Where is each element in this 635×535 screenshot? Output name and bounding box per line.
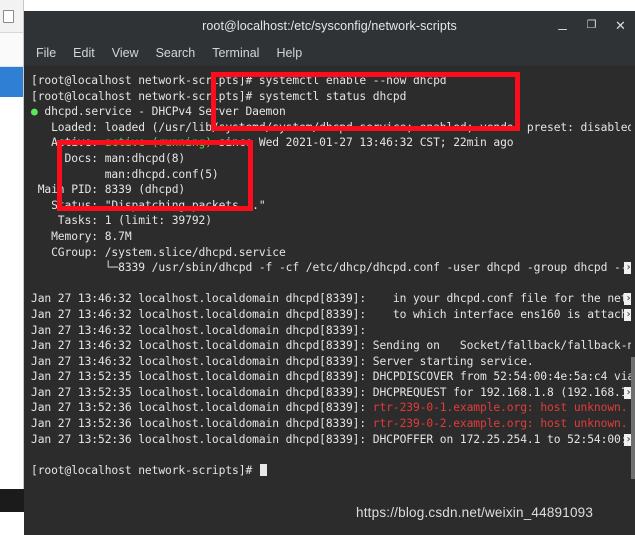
terminal-line: Jan 27 13:52:36 localhost.localdomain dh… — [31, 401, 628, 415]
menu-item-view[interactable]: View — [112, 46, 139, 60]
background-window-body — [0, 97, 23, 511]
background-window-toolbar — [0, 33, 23, 67]
background-window-selected-row[interactable] — [0, 67, 23, 97]
maximize-button[interactable]: ❐ — [585, 20, 598, 31]
window-controls: _ ❐ ✕ — [556, 11, 627, 40]
status-active-text: active (running) — [104, 136, 212, 150]
screenshot-root: root@localhost:/etc/sysconfig/network-sc… — [0, 0, 635, 535]
close-button[interactable]: ✕ — [614, 19, 627, 32]
window-title: root@localhost:/etc/sysconfig/network-sc… — [202, 18, 457, 33]
watermark: https://blog.csdn.net/weixin_44891093 — [356, 505, 594, 520]
minimize-button[interactable]: _ — [556, 15, 569, 30]
terminal-line: Jan 27 13:46:32 localhost.localdomain dh… — [31, 339, 635, 353]
error-text: rtr-239-0-1.example.org: host unknown. — [372, 401, 628, 415]
terminal-line: man:dhcpd.conf(5) — [31, 167, 219, 181]
terminal-line: [root@localhost network-scripts]# system… — [31, 74, 447, 87]
terminal-window: root@localhost:/etc/sysconfig/network-sc… — [24, 11, 635, 535]
terminal-line: └─8339 /usr/sbin/dhcpd -f -cf /etc/dhcp/… — [31, 261, 635, 275]
terminal-line: Jan 27 13:52:35 localhost.localdomain dh… — [31, 385, 635, 399]
terminal-line: Status: "Dispatching packets..." — [31, 198, 266, 212]
terminal-line: Tasks: 1 (limit: 39792) — [31, 214, 212, 228]
terminal-line: [root@localhost network-scripts]# — [31, 463, 635, 479]
menu-item-search[interactable]: Search — [156, 46, 196, 60]
vertical-scrollbar[interactable] — [631, 67, 635, 535]
terminal-line: Main PID: 8339 (dhcpd) — [31, 183, 186, 197]
terminal-line: Jan 27 13:52:36 localhost.localdomain dh… — [31, 432, 635, 446]
terminal-line: Jan 27 13:46:32 localhost.localdomain dh… — [31, 292, 635, 306]
background-window[interactable] — [0, 0, 24, 512]
terminal-line: Jan 27 13:46:32 localhost.localdomain dh… — [31, 323, 367, 337]
menu-item-terminal[interactable]: Terminal — [212, 46, 259, 60]
background-window-titlebar — [0, 0, 23, 33]
terminal-line: Jan 27 13:46:32 localhost.localdomain dh… — [31, 354, 534, 368]
menubar: File Edit View Search Terminal Help — [24, 40, 635, 67]
service-active-dot-icon: ● — [31, 105, 45, 119]
terminal-line: Jan 27 13:52:35 localhost.localdomain dh… — [31, 370, 635, 384]
terminal-line: Memory: 8.7M — [31, 229, 132, 243]
terminal-cursor — [259, 463, 267, 476]
terminal-screen[interactable]: [root@localhost network-scripts]# system… — [24, 67, 635, 535]
terminal-line: ● dhcpd.service - DHCPv4 Server Daemon — [31, 105, 286, 119]
terminal-line: [root@localhost network-scripts]# system… — [31, 89, 407, 103]
terminal-line: Active: active (running) since Wed 2021-… — [31, 136, 514, 150]
terminal-line: Loaded: loaded (/usr/lib/systemd/system/… — [31, 120, 635, 134]
terminal-line: CGroup: /system.slice/dhcpd.service — [31, 245, 286, 259]
menu-item-help[interactable]: Help — [276, 46, 302, 60]
terminal-line: Jan 27 13:46:32 localhost.localdomain dh… — [31, 307, 635, 321]
terminal-line: Docs: man:dhcpd(8) — [31, 151, 186, 165]
background-window-footer — [0, 489, 24, 512]
terminal-line: Jan 27 13:52:36 localhost.localdomain dh… — [31, 417, 628, 431]
menu-item-file[interactable]: File — [36, 46, 56, 60]
document-icon — [3, 9, 14, 23]
error-text: rtr-239-0-2.example.org: host unknown. — [372, 417, 628, 431]
menu-item-edit[interactable]: Edit — [73, 46, 95, 60]
titlebar[interactable]: root@localhost:/etc/sysconfig/network-sc… — [24, 11, 635, 40]
scrollbar-thumb[interactable] — [631, 357, 635, 479]
